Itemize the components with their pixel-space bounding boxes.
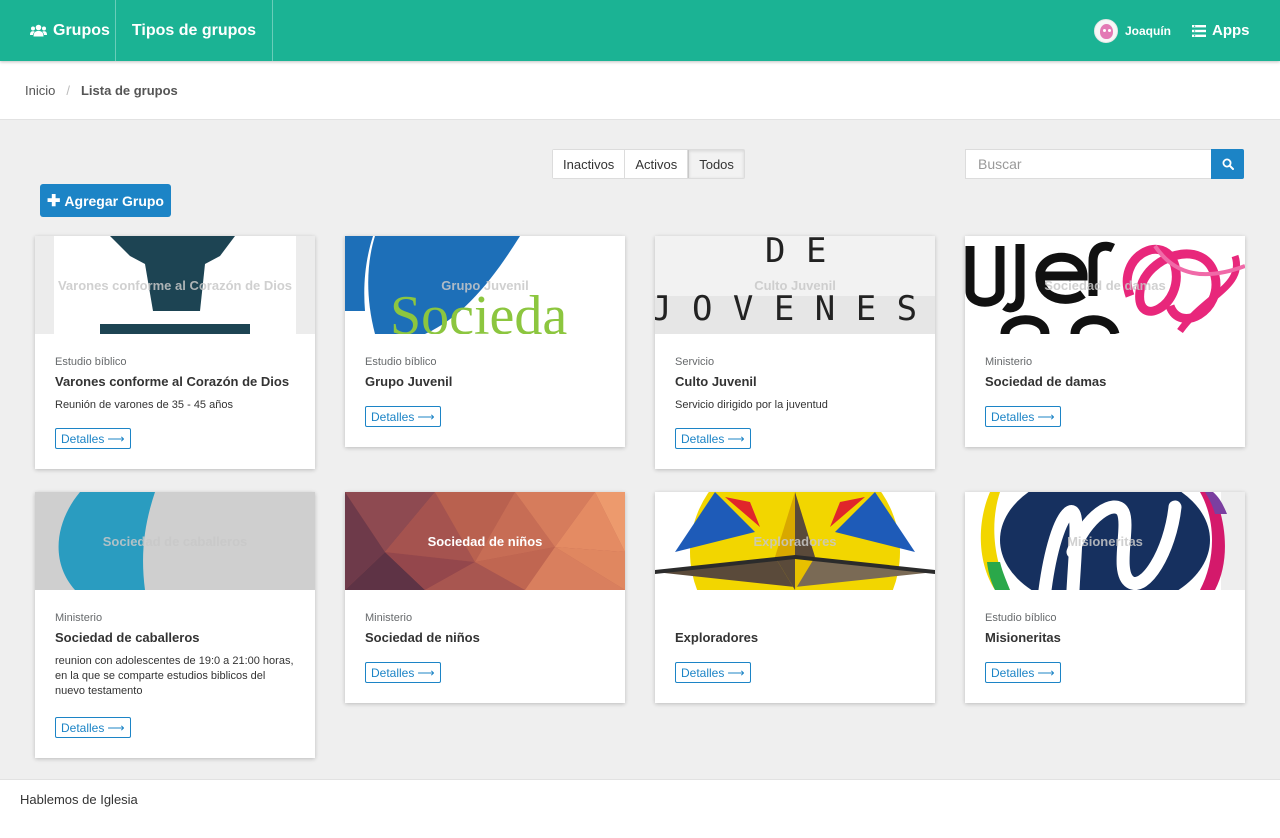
nav-group-types-link[interactable]: Tipos de grupos	[116, 0, 273, 61]
breadcrumb-home-link[interactable]: Inicio	[25, 83, 55, 98]
apps-menu[interactable]: Apps	[1192, 0, 1250, 61]
group-title: Grupo Juvenil	[365, 374, 453, 389]
user-name: Joaquín	[1125, 23, 1172, 38]
arrow-right-icon: ⟶	[417, 665, 435, 680]
group-description: Reunión de varones de 35 - 45 años	[55, 399, 233, 411]
details-label: Detalles	[61, 431, 105, 446]
group-category: Ministerio	[365, 612, 413, 624]
filter-all-button[interactable]: Todos	[688, 150, 744, 178]
group-title: Sociedad de caballeros	[55, 630, 200, 645]
group-card-image: Exploradores	[655, 492, 935, 590]
group-card-image-title: Sociedad de niños	[427, 533, 543, 549]
group-card: Varones conforme al Corazón de Dios Estu…	[35, 236, 315, 469]
group-card: D E J O V E N E S Culto Juvenil Servicio…	[655, 236, 935, 469]
avatar	[1094, 18, 1118, 43]
details-label: Detalles	[681, 431, 725, 446]
breadcrumb-separator: /	[66, 82, 70, 98]
group-category: Servicio	[675, 356, 715, 368]
arrow-right-icon: ⟶	[107, 720, 125, 735]
arrow-right-icon: ⟶	[107, 431, 125, 446]
group-title: Culto Juvenil	[675, 374, 757, 389]
group-category: Ministerio	[985, 356, 1033, 368]
group-card-image-title: Culto Juvenil	[754, 277, 836, 293]
group-description: reunion con adolescentes de 19:0 a 21:00…	[55, 655, 294, 697]
group-title: Varones conforme al Corazón de Dios	[55, 374, 290, 389]
group-card-image-title: Exploradores	[753, 533, 837, 549]
group-title: Sociedad de niños	[365, 630, 480, 645]
group-category: Estudio bíblico	[55, 356, 127, 368]
details-button[interactable]: Detalles ⟶	[365, 662, 441, 683]
breadcrumb: Inicio / Lista de grupos	[0, 61, 1280, 120]
footer-text: Hablemos de Iglesia	[20, 792, 138, 807]
group-card: Sociedad de niños Ministerio Sociedad de…	[345, 492, 625, 703]
top-navbar: Grupos Tipos de grupos Joaquín Apps	[0, 0, 1280, 61]
group-card-image: Sociedad de niños	[345, 492, 625, 590]
breadcrumb-current: Lista de grupos	[80, 82, 178, 98]
search-button[interactable]	[1211, 149, 1244, 179]
arrow-right-icon: ⟶	[1037, 409, 1055, 424]
apps-label: Apps	[1212, 22, 1250, 39]
arrow-right-icon: ⟶	[1037, 665, 1055, 680]
group-card: Socieda Grupo Juvenil Estudio bíblico Gr…	[345, 236, 625, 447]
group-card-image: Sociedad de damas	[965, 236, 1245, 334]
group-card-image: Misioneritas	[965, 492, 1245, 590]
group-card-image-title: Sociedad de caballeros	[102, 533, 248, 549]
apps-list-icon	[1192, 24, 1206, 37]
footer: Hablemos de Iglesia	[0, 779, 1280, 838]
nav-group-types-label: Tipos de grupos	[131, 21, 257, 39]
search-input[interactable]	[965, 149, 1212, 179]
group-card-image-title: Grupo Juvenil	[441, 277, 529, 293]
group-title: Misioneritas	[985, 630, 1061, 645]
group-description: Servicio dirigido por la juventud	[675, 399, 828, 411]
nav-groups-link[interactable]: Grupos	[0, 0, 116, 61]
details-button[interactable]: Detalles ⟶	[55, 428, 131, 449]
group-card-image: Socieda Grupo Juvenil	[345, 236, 625, 334]
group-card-image-title: Varones conforme al Corazón de Dios	[57, 277, 293, 293]
arrow-right-icon: ⟶	[727, 665, 745, 680]
group-card: Sociedad de damas Ministerio Sociedad de…	[965, 236, 1245, 447]
search-icon	[1222, 158, 1234, 170]
details-label: Detalles	[371, 665, 415, 680]
status-filter-group: Inactivos Activos Todos	[552, 149, 745, 179]
details-button[interactable]: Detalles ⟶	[365, 406, 441, 427]
group-category: Estudio bíblico	[365, 356, 437, 368]
filter-active-button[interactable]: Activos	[625, 150, 689, 178]
group-category: Ministerio	[55, 612, 103, 624]
details-button[interactable]: Detalles ⟶	[985, 662, 1061, 683]
group-title: Sociedad de damas	[985, 374, 1107, 389]
details-button[interactable]: Detalles ⟶	[985, 406, 1061, 427]
group-title: Exploradores	[675, 630, 759, 645]
details-label: Detalles	[991, 409, 1035, 424]
details-button[interactable]: Detalles ⟶	[55, 717, 131, 738]
details-button[interactable]: Detalles ⟶	[675, 662, 751, 683]
plus-icon: ✚	[47, 192, 61, 210]
arrow-right-icon: ⟶	[727, 431, 745, 446]
details-label: Detalles	[61, 720, 105, 735]
nav-groups-label: Grupos	[53, 21, 110, 39]
group-card: Exploradores Exploradores Detalles ⟶	[655, 492, 935, 703]
users-icon	[30, 24, 47, 37]
group-card-image: Varones conforme al Corazón de Dios	[35, 236, 315, 334]
group-card-image: Sociedad de caballeros	[35, 492, 315, 590]
details-button[interactable]: Detalles ⟶	[675, 428, 751, 449]
details-label: Detalles	[991, 665, 1035, 680]
group-category	[675, 612, 915, 626]
group-card-image-title: Sociedad de damas	[1044, 277, 1166, 293]
user-menu[interactable]: Joaquín	[1094, 0, 1171, 61]
arrow-right-icon: ⟶	[417, 409, 435, 424]
add-group-button[interactable]: ✚ Agregar Grupo	[40, 184, 171, 217]
group-card: Misioneritas Estudio bíblico Misionerita…	[965, 492, 1245, 703]
details-label: Detalles	[681, 665, 725, 680]
details-label: Detalles	[371, 409, 415, 424]
group-card-image: D E J O V E N E S Culto Juvenil	[655, 236, 935, 334]
group-card-image-title: Misioneritas	[1067, 533, 1143, 549]
filter-inactive-button[interactable]: Inactivos	[553, 150, 626, 178]
add-group-label: Agregar Grupo	[64, 192, 164, 209]
group-category: Estudio bíblico	[985, 612, 1057, 624]
group-card: Sociedad de caballeros Ministerio Socied…	[35, 492, 315, 758]
